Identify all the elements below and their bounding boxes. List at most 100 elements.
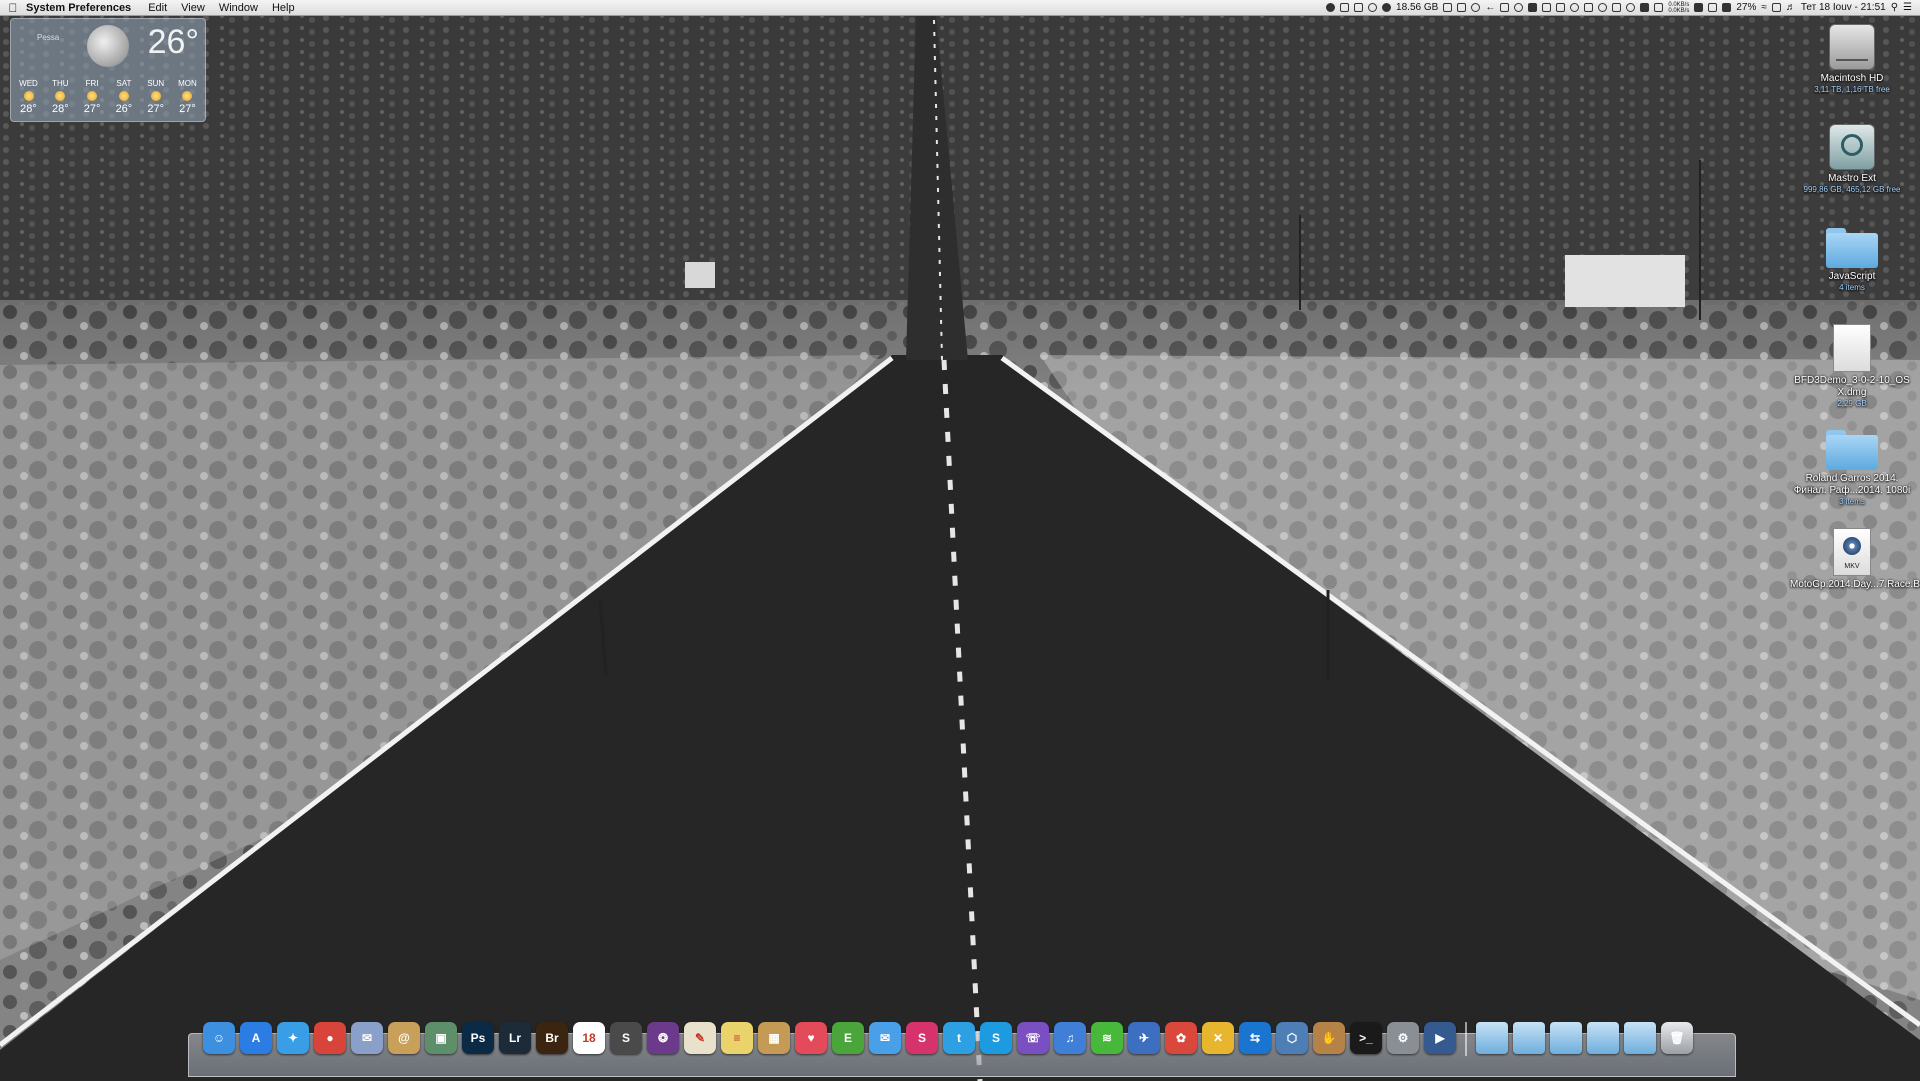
forecast-temp: 27° [179,103,196,115]
clipboard-icon[interactable] [1556,3,1566,12]
dock-app-photoshop[interactable]: Ps [462,1022,494,1054]
dock-applications-stack[interactable] [1476,1022,1508,1054]
dock-app-app-store[interactable]: A [240,1022,272,1054]
timer-icon[interactable] [1471,3,1481,12]
dock-app-preview[interactable]: ▣ [425,1022,457,1054]
battery-icon[interactable] [1722,3,1732,12]
dock-app-lightroom[interactable]: Lr [499,1022,531,1054]
dock-app-calendar[interactable]: 18 [573,1022,605,1054]
flag-icon[interactable] [1771,3,1781,12]
dock-app-colorsync[interactable]: ❂ [647,1022,679,1054]
cpu-icon[interactable] [1694,3,1704,12]
clock-icon[interactable] [1514,3,1524,12]
popcorn-time-icon: ✿ [1175,1031,1187,1045]
dock-trash[interactable]: 🗑 [1661,1022,1693,1054]
dock-app-spotify[interactable]: ≋ [1091,1022,1123,1054]
time-machine-drive-icon [1829,124,1875,170]
dock-app-contacts[interactable]: @ [388,1022,420,1054]
dock-app-twitter[interactable]: t [943,1022,975,1054]
dock-app-mail-stamp[interactable]: ✉ [351,1022,383,1054]
weather-widget[interactable]: Pessa 26° WED 28° THU 28° FRI 27° SAT 26… [10,18,206,122]
dock-app-chrome[interactable]: ● [314,1022,346,1054]
dock-app-skype[interactable]: S [980,1022,1012,1054]
apple-menu-icon[interactable]:  [0,1,26,15]
dock-downloads-stack[interactable] [1587,1022,1619,1054]
screen-icon[interactable] [1443,3,1453,12]
bird-icon[interactable] [1500,3,1510,12]
creative-cloud-icon[interactable] [1326,3,1336,12]
clock-text[interactable]: Тет 18 Iouv - 21:51 [1801,2,1886,13]
eye-icon[interactable] [1598,3,1608,12]
sun-icon [118,91,129,101]
network-speed[interactable]: 0.0KB/s 0.0KB/s [1668,2,1689,14]
viber-icon: ☏ [1025,1031,1041,1045]
safari-icon: ✦ [287,1031,299,1045]
dock-pictures-stack[interactable] [1624,1022,1656,1054]
sublime-text-icon: S [621,1031,630,1045]
dock-app-x-tool[interactable]: ✕ [1202,1022,1234,1054]
disk-icon[interactable] [1382,3,1392,12]
dock-app-terminal[interactable]: >_ [1350,1022,1382,1054]
back-arrow-icon[interactable]: ← [1485,2,1495,13]
desktop-item-motogp-mkv[interactable]: MKV MotoGp.2014.Day...7.Race.Barc...R.Gr… [1790,528,1920,591]
dock-app-messages[interactable]: ✉ [869,1022,901,1054]
dock-documents-stack[interactable] [1513,1022,1545,1054]
dock-app-pocket[interactable]: ♥ [795,1022,827,1054]
bluetooth-icon[interactable] [1708,3,1718,12]
desktop-item-mastro-ext[interactable]: Mastro Ext 999,86 GB, 465,12 GB free [1790,124,1914,195]
dock-app-skitch[interactable]: S [906,1022,938,1054]
forecast-temp: 27° [83,103,101,115]
dock-app-finder[interactable]: ☺ [203,1022,235,1054]
battery-percent[interactable]: 27% [1736,2,1756,13]
dock-app-notes[interactable]: ≡ [721,1022,753,1054]
camera-icon[interactable] [1528,3,1538,12]
desktop-item-javascript[interactable]: JavaScript 4 items [1790,222,1914,293]
box-icon[interactable] [1354,3,1364,12]
menu-window[interactable]: Window [212,2,265,14]
dock-app-teamviewer[interactable]: ⇆ [1239,1022,1271,1054]
dock-app-system-preferences[interactable]: ⚙ [1387,1022,1419,1054]
dock-app-evernote[interactable]: E [832,1022,864,1054]
dock-app-cyberduck[interactable]: ✈ [1128,1022,1160,1054]
cloud-icon[interactable] [1368,3,1378,12]
dock-desktop-stack[interactable] [1550,1022,1582,1054]
dock-app-virtualbox[interactable]: ⬡ [1276,1022,1308,1054]
dock-app-quicktime[interactable]: ▶ [1424,1022,1456,1054]
dock-app-bridge[interactable]: Br [536,1022,568,1054]
dock-app-textedit[interactable]: ✎ [684,1022,716,1054]
dock-app-popcorn-time[interactable]: ✿ [1165,1022,1197,1054]
time-machine-icon[interactable] [1626,3,1636,12]
cyberduck-icon: ✈ [1138,1031,1150,1045]
menu-app-name[interactable]: System Preferences [26,2,141,14]
sensors-icon[interactable] [1654,3,1664,12]
desktop-item-roland-garros[interactable]: Roland Garros 2014. Финал. Раф...2014. 1… [1790,424,1914,507]
desktop-item-macintosh-hd[interactable]: Macintosh HD 3,11 TB, 1,16 TB free [1790,24,1914,95]
cast-icon[interactable] [1612,3,1622,12]
dock-app-archive-utility[interactable]: ▦ [758,1022,790,1054]
wifi-icon[interactable]: ≈ [1761,2,1767,13]
memory-icon[interactable] [1457,3,1467,12]
desktop-item-bfd3demo-dmg[interactable]: BFD3Demo_3-0-2-10_OS X.dmg 2,29 GB [1790,324,1914,409]
dock-app-viber[interactable]: ☏ [1017,1022,1049,1054]
packages-icon: ✋ [1321,1031,1337,1045]
menu-edit[interactable]: Edit [141,2,174,14]
notification-center-icon[interactable]: ☰ [1903,2,1912,13]
sun-icon [55,91,66,101]
disk-free-text[interactable]: 18.56 GB [1396,2,1438,13]
lock-icon[interactable] [1640,3,1650,12]
terminal-icon: >_ [1359,1031,1373,1045]
volume-icon[interactable]: ♬ [1786,2,1796,13]
dropbox-icon[interactable] [1340,3,1350,12]
menu-help[interactable]: Help [265,2,302,14]
desktop-item-label: Roland Garros 2014. Финал. Раф...2014. 1… [1793,473,1911,496]
dock-app-safari[interactable]: ✦ [277,1022,309,1054]
dock-app-packages[interactable]: ✋ [1313,1022,1345,1054]
search-circle-icon[interactable] [1570,3,1580,12]
folder-icon [1826,430,1878,470]
grid-icon[interactable] [1584,3,1594,12]
menu-view[interactable]: View [174,2,212,14]
dock-app-sublime-text[interactable]: S [610,1022,642,1054]
spotlight-icon[interactable]: ⚲ [1891,2,1898,13]
window-icon[interactable] [1542,3,1552,12]
dock-app-itunes[interactable]: ♫ [1054,1022,1086,1054]
